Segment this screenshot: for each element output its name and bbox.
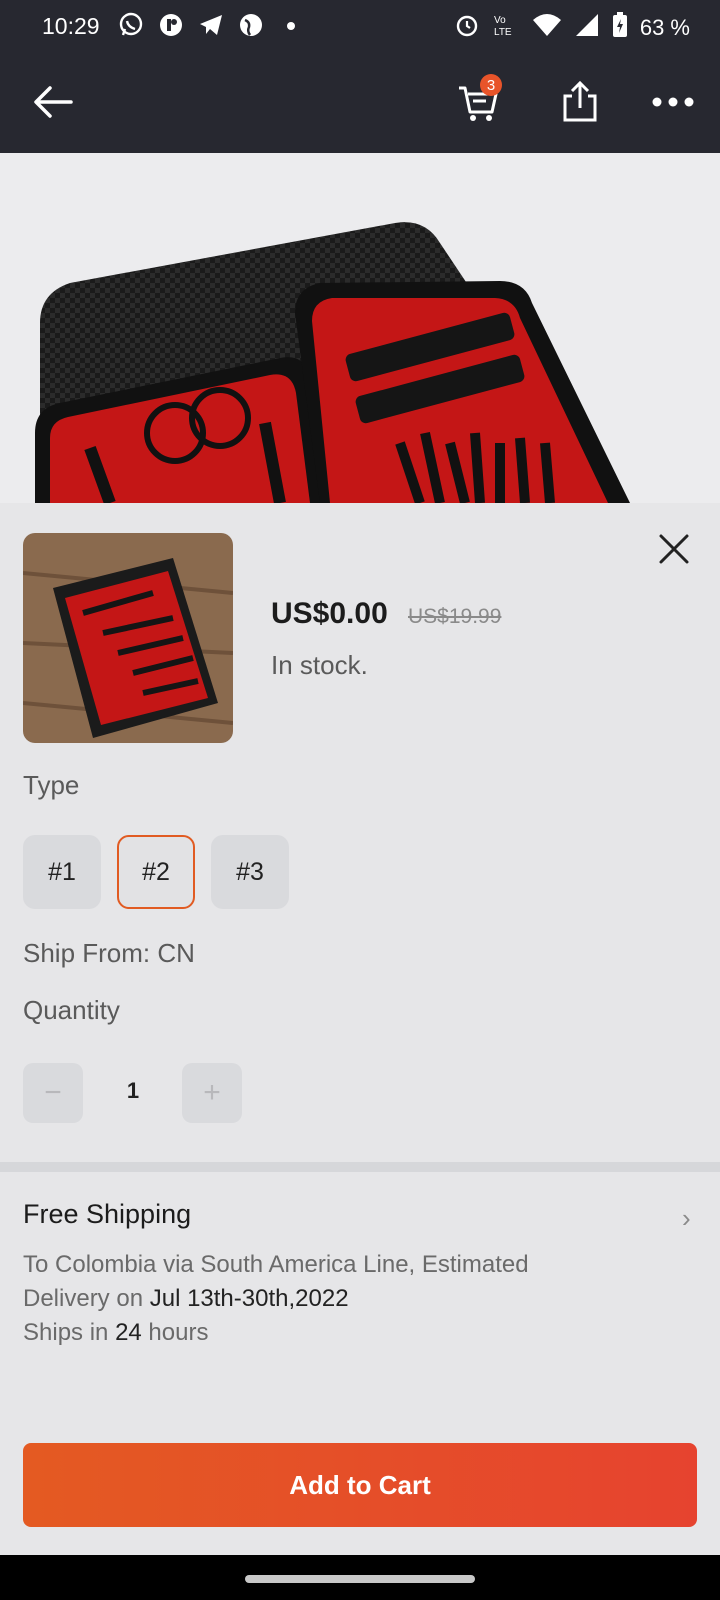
delivery-prefix: Delivery on (23, 1285, 150, 1312)
more-icon (652, 97, 694, 107)
globe-icon (238, 12, 264, 38)
sku-selector-sheet: US$0.00 US$19.99 In stock. Type #1 #2 #3… (0, 503, 720, 1555)
more-button[interactable] (645, 74, 701, 130)
quantity-increase-button[interactable]: + (182, 1063, 242, 1123)
dot-icon (278, 12, 304, 38)
battery-percent: 63 % (639, 15, 690, 40)
top-bar: 3 (0, 52, 720, 153)
type-option-3[interactable]: #3 (211, 835, 289, 909)
app-icon (158, 12, 184, 38)
cart-count-badge: 3 (480, 74, 502, 96)
shipping-details: To Colombia via South America Line, Esti… (23, 1248, 673, 1350)
volte-icon: Vo LTE (492, 12, 520, 44)
shipping-dispatch: Ships in 24 hours (23, 1316, 673, 1350)
wifi-icon (532, 12, 562, 44)
home-gesture-handle[interactable] (245, 1575, 475, 1583)
signal-icon (574, 12, 600, 44)
svg-text:Vo: Vo (494, 15, 506, 26)
battery-icon (612, 12, 628, 44)
dispatch-suffix: hours (141, 1319, 209, 1346)
ship-from: Ship From: CN (23, 938, 195, 968)
shipping-delivery: Delivery on Jul 13th-30th,2022 (23, 1282, 673, 1316)
cart-button[interactable]: 3 (450, 74, 506, 130)
back-button[interactable] (25, 74, 81, 130)
back-arrow-icon (34, 86, 73, 118)
status-time: 10:29 (42, 13, 100, 39)
quantity-value: 1 (126, 1078, 140, 1103)
status-bar: 10:29 Vo LTE 63 % (0, 0, 720, 52)
current-price: US$0.00 (271, 597, 388, 630)
product-hero-image[interactable] (0, 153, 720, 503)
type-option-2[interactable]: #2 (117, 835, 195, 909)
delivery-date: Jul 13th-30th,2022 (149, 1285, 349, 1312)
dispatch-hours: 24 (115, 1319, 142, 1346)
system-nav-bar (0, 1555, 720, 1600)
quantity-decrease-button[interactable]: − (23, 1063, 83, 1123)
type-label: Type (23, 770, 80, 800)
dispatch-prefix: Ships in (23, 1319, 116, 1346)
type-option-1[interactable]: #1 (23, 835, 101, 909)
section-divider (0, 1162, 720, 1172)
shipping-title[interactable]: Free Shipping (23, 1199, 191, 1230)
quantity-label: Quantity (23, 995, 120, 1025)
close-button[interactable] (656, 531, 692, 567)
alarm-icon (454, 12, 480, 44)
close-icon (659, 534, 689, 564)
stock-status: In stock. (271, 650, 368, 680)
original-price: US$19.99 (408, 605, 502, 628)
telegram-icon (198, 12, 224, 38)
share-button[interactable] (552, 74, 608, 130)
chevron-right-icon[interactable]: › (682, 1203, 691, 1234)
svg-text:LTE: LTE (494, 27, 512, 38)
share-icon (563, 80, 597, 122)
product-thumbnail[interactable] (23, 533, 233, 743)
whatsapp-icon (118, 12, 144, 38)
shipping-route: To Colombia via South America Line, Esti… (23, 1251, 529, 1278)
add-to-cart-button[interactable]: Add to Cart (23, 1443, 697, 1527)
